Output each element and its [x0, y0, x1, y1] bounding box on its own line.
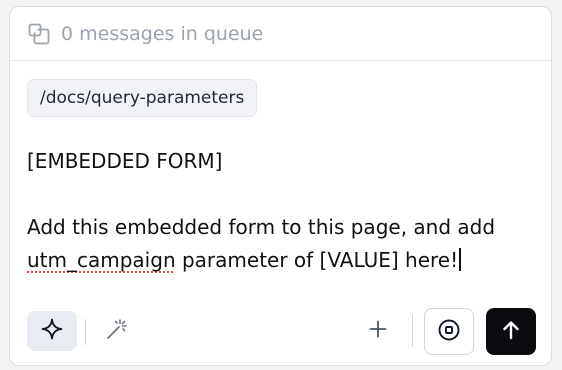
- toolbar-divider: [412, 315, 413, 347]
- add-attachment-button[interactable]: [363, 316, 393, 346]
- copy-queue-icon: [28, 23, 50, 45]
- send-button[interactable]: [486, 308, 536, 355]
- arrow-up-icon: [500, 319, 522, 345]
- context-path-chip[interactable]: /docs/query-parameters: [27, 79, 258, 117]
- sparkle-button[interactable]: [27, 311, 77, 351]
- message-input[interactable]: [EMBEDDED FORM] Add this embedded form t…: [27, 145, 537, 277]
- magic-wand-button[interactable]: [102, 316, 132, 346]
- misspelled-word[interactable]: utm_campaign: [27, 248, 176, 272]
- toolbar-divider: [85, 319, 86, 345]
- queue-status-bar: 0 messages in queue: [10, 7, 551, 61]
- chat-composer: 0 messages in queue /docs/query-paramete…: [9, 6, 552, 366]
- text-caret: [459, 248, 462, 271]
- magic-wand-icon: [105, 317, 129, 345]
- stop-button[interactable]: [424, 308, 474, 355]
- stop-icon: [437, 318, 461, 346]
- message-line-3: utm_campaign parameter of [VALUE] here!: [27, 244, 537, 277]
- queue-status-text: 0 messages in queue: [61, 23, 264, 45]
- message-line-2: Add this embedded form to this page, and…: [27, 215, 496, 239]
- plus-icon: [368, 319, 388, 343]
- message-line-1: [EMBEDDED FORM]: [27, 149, 223, 173]
- message-line-3-rest: parameter of [VALUE] here!: [175, 248, 459, 272]
- sparkle-icon: [40, 317, 64, 345]
